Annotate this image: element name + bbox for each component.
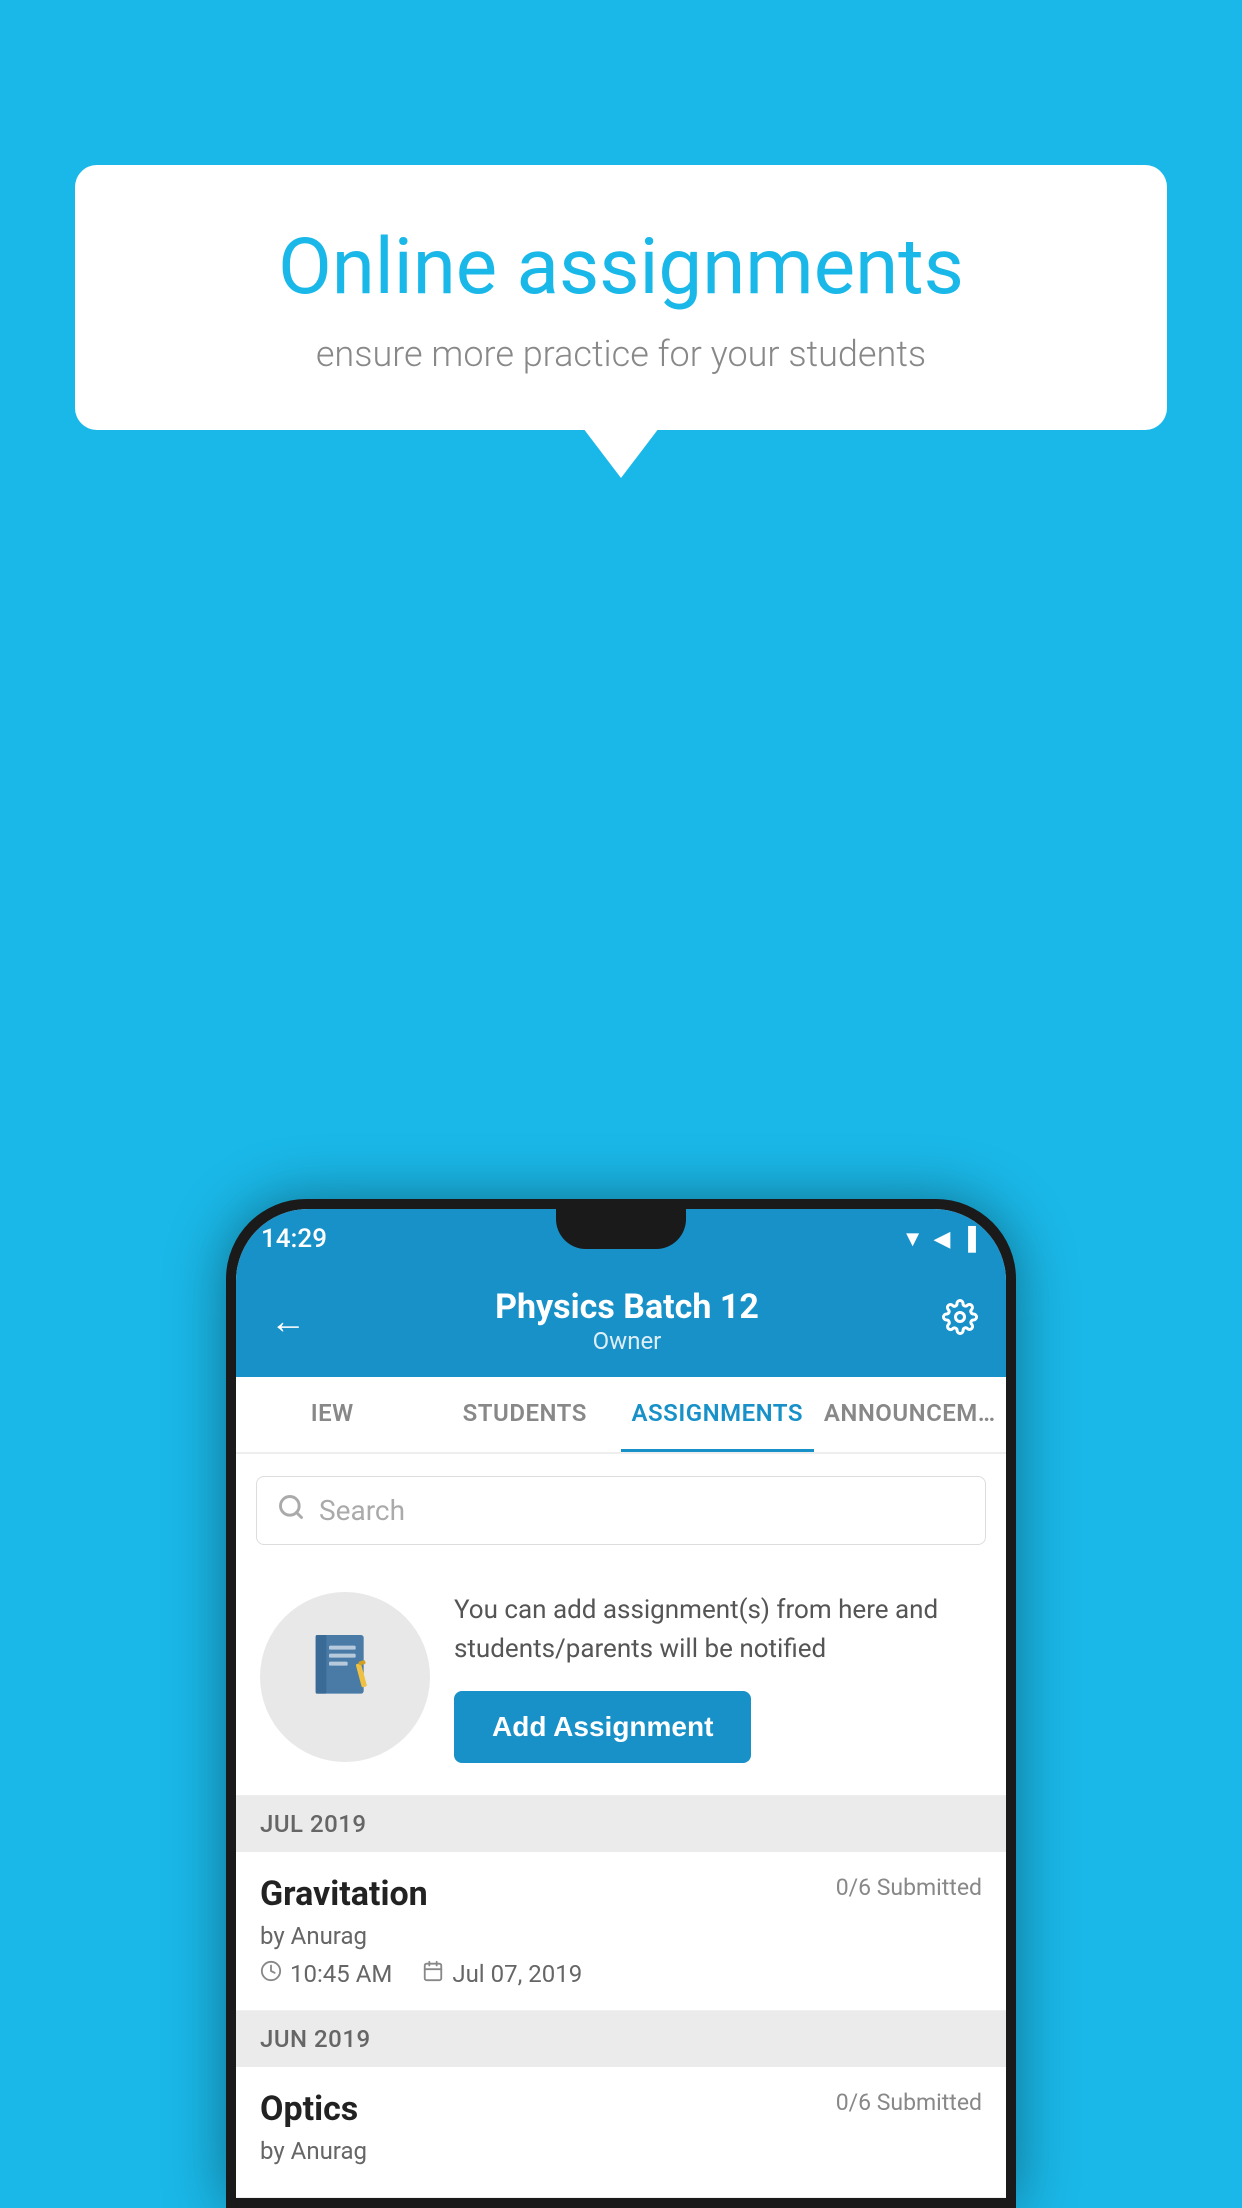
add-assignment-section: You can add assignment(s) from here and …: [236, 1567, 1006, 1796]
assignment-author-gravitation: by Anurag: [260, 1922, 982, 1950]
tab-students[interactable]: STUDENTS: [429, 1377, 622, 1452]
signal-icon: ◀: [933, 1227, 950, 1252]
content-area: Search: [236, 1454, 1006, 2198]
tab-iew[interactable]: IEW: [236, 1377, 429, 1452]
assignment-item-gravitation[interactable]: Gravitation 0/6 Submitted by Anurag 10:4…: [236, 1852, 1006, 2011]
assignment-info: You can add assignment(s) from here and …: [454, 1591, 982, 1763]
assignment-meta-gravitation: 10:45 AM Jul 07, 2019: [260, 1960, 982, 1988]
meta-date-gravitation: Jul 07, 2019: [422, 1960, 582, 1988]
tab-assignments[interactable]: ASSIGNMENTS: [621, 1377, 814, 1452]
header-subtitle: Owner: [495, 1327, 759, 1355]
assignment-item-optics[interactable]: Optics 0/6 Submitted by Anurag: [236, 2067, 1006, 2198]
assignment-row-top-optics: Optics 0/6 Submitted: [260, 2089, 982, 2129]
assignment-description: You can add assignment(s) from here and …: [454, 1591, 982, 1669]
time-value-gravitation: 10:45 AM: [290, 1960, 392, 1988]
status-time: 14:29: [261, 1224, 327, 1254]
search-icon: [277, 1493, 305, 1528]
date-value-gravitation: Jul 07, 2019: [452, 1960, 582, 1988]
battery-icon: ▐: [960, 1226, 976, 1252]
app-header: ← Physics Batch 12 Owner: [236, 1269, 1006, 1377]
search-bar[interactable]: Search: [256, 1476, 986, 1545]
header-center: Physics Batch 12 Owner: [495, 1287, 759, 1355]
add-assignment-button[interactable]: Add Assignment: [454, 1691, 751, 1763]
assignment-submitted-optics: 0/6 Submitted: [836, 2089, 982, 2116]
assignment-name-gravitation: Gravitation: [260, 1874, 428, 1914]
tab-announcements[interactable]: ANNOUNCEM…: [814, 1377, 1007, 1452]
assignment-submitted-gravitation: 0/6 Submitted: [836, 1874, 982, 1901]
notch: [556, 1209, 686, 1249]
section-label-jul: JUL 2019: [236, 1796, 1006, 1852]
assignment-name-optics: Optics: [260, 2089, 358, 2129]
section-label-jun: JUN 2019: [236, 2011, 1006, 2067]
tabs: IEW STUDENTS ASSIGNMENTS ANNOUNCEM…: [236, 1377, 1006, 1454]
search-placeholder: Search: [319, 1494, 405, 1527]
assignment-author-optics: by Anurag: [260, 2137, 982, 2165]
status-bar: 14:29 ▼ ◀ ▐: [236, 1209, 1006, 1269]
settings-button[interactable]: [942, 1299, 978, 1344]
clock-icon: [260, 1960, 282, 1988]
back-button[interactable]: ←: [264, 1294, 312, 1348]
calendar-icon: [422, 1960, 444, 1988]
promo-subtitle: ensure more practice for your students: [125, 333, 1117, 375]
promo-card: Online assignments ensure more practice …: [75, 165, 1167, 430]
wifi-icon: ▼: [902, 1226, 924, 1252]
notebook-icon: [305, 1627, 385, 1727]
phone-inner: 14:29 ▼ ◀ ▐ ← Physics Batch 12 Owner: [236, 1209, 1006, 2198]
header-title: Physics Batch 12: [495, 1287, 759, 1327]
status-icons: ▼ ◀ ▐: [902, 1226, 976, 1252]
assignment-icon-circle: [260, 1592, 430, 1762]
search-container: Search: [236, 1454, 1006, 1567]
phone-frame: 14:29 ▼ ◀ ▐ ← Physics Batch 12 Owner: [226, 1199, 1016, 2208]
meta-time-gravitation: 10:45 AM: [260, 1960, 392, 1988]
assignment-row-top: Gravitation 0/6 Submitted: [260, 1874, 982, 1914]
promo-title: Online assignments: [125, 225, 1117, 311]
